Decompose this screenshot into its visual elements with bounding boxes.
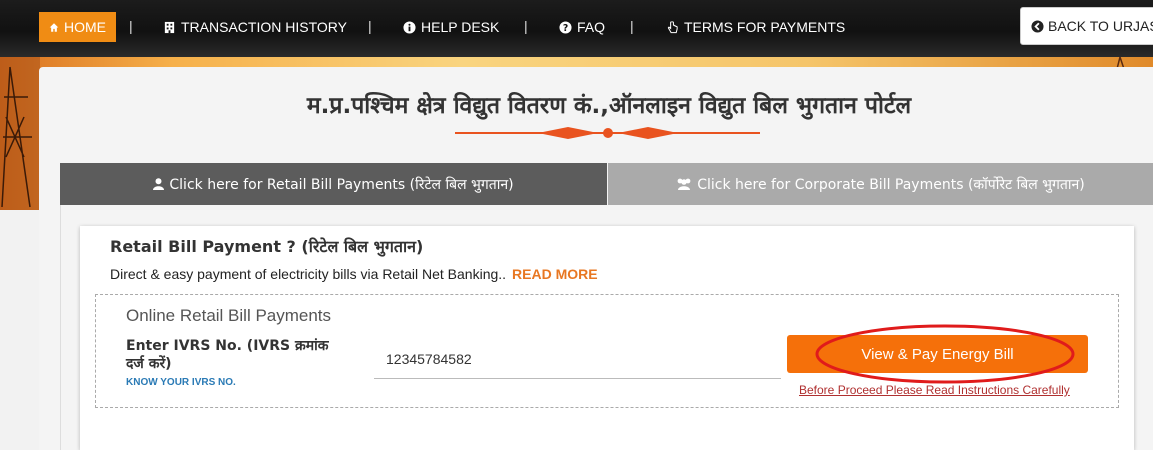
tab-retail-bill-payments[interactable]: Click here for Retail Bill Payments (रिट… [60,163,607,205]
page-title: म.प्र.पश्चिम क्षेत्र विद्युत वितरण कं.,ऑ… [306,93,912,119]
nav-faq-link[interactable]: ? FAQ [559,12,605,42]
know-ivrs-link[interactable]: KNOW YOUR IVRS NO. [126,377,236,388]
nav-transaction-history-label: TRANSACTION HISTORY [181,19,347,35]
info-icon [403,20,416,34]
nav-home-link[interactable]: HOME [39,12,116,42]
online-retail-title: Online Retail Bill Payments [126,306,332,325]
back-to-urjas-button[interactable]: BACK TO URJAS [1020,7,1153,45]
read-more-link[interactable]: READ MORE [512,266,598,282]
svg-text:?: ? [563,22,568,33]
instructions-link[interactable]: Before Proceed Please Read Instructions … [799,383,1070,397]
nav-help-desk-label: HELP DESK [421,19,500,35]
building-icon [164,21,175,33]
nav-transaction-history-link[interactable]: TRANSACTION HISTORY [163,12,347,42]
nav-separator: | [630,18,634,34]
retail-heading: Retail Bill Payment ? (रिटेल बिल भुगतान) [110,237,424,256]
nav-faq-label: FAQ [577,19,606,35]
users-icon [677,178,691,190]
question-icon: ? [559,20,572,33]
nav-separator: | [524,18,528,34]
nav-terms-link[interactable]: TERMS FOR PAYMENTS [666,12,845,42]
tab-retail-label: Click here for Retail Bill Payments (रिट… [169,176,514,193]
retail-description-text: Direct & easy payment of electricity bil… [110,266,507,282]
tab-corporate-bill-payments[interactable]: Click here for Corporate Bill Payments (… [608,163,1153,205]
home-icon [49,22,59,32]
tab-corporate-label: Click here for Corporate Bill Payments (… [697,176,1085,193]
hand-pointer-icon [667,20,678,33]
nav-help-desk-link[interactable]: HELP DESK [403,12,499,42]
back-to-urjas-label: BACK TO URJAS [1048,18,1153,34]
ivrs-label: Enter IVRS No. (IVRS क्रमांक दर्ज करें) [126,338,329,372]
user-icon [153,178,165,190]
nav-terms-label: TERMS FOR PAYMENTS [684,19,846,35]
view-pay-energy-bill-button[interactable]: View & Pay Energy Bill [787,335,1088,373]
retail-description: Direct & easy payment of electricity bil… [110,266,598,282]
ivrs-input[interactable] [374,339,781,379]
nav-home-label: HOME [64,19,106,35]
nav-separator: | [129,18,133,34]
nav-separator: | [368,18,372,34]
title-ornament-icon [538,127,678,139]
power-tower-icon [0,57,40,210]
circle-arrow-left-icon [1031,19,1044,33]
